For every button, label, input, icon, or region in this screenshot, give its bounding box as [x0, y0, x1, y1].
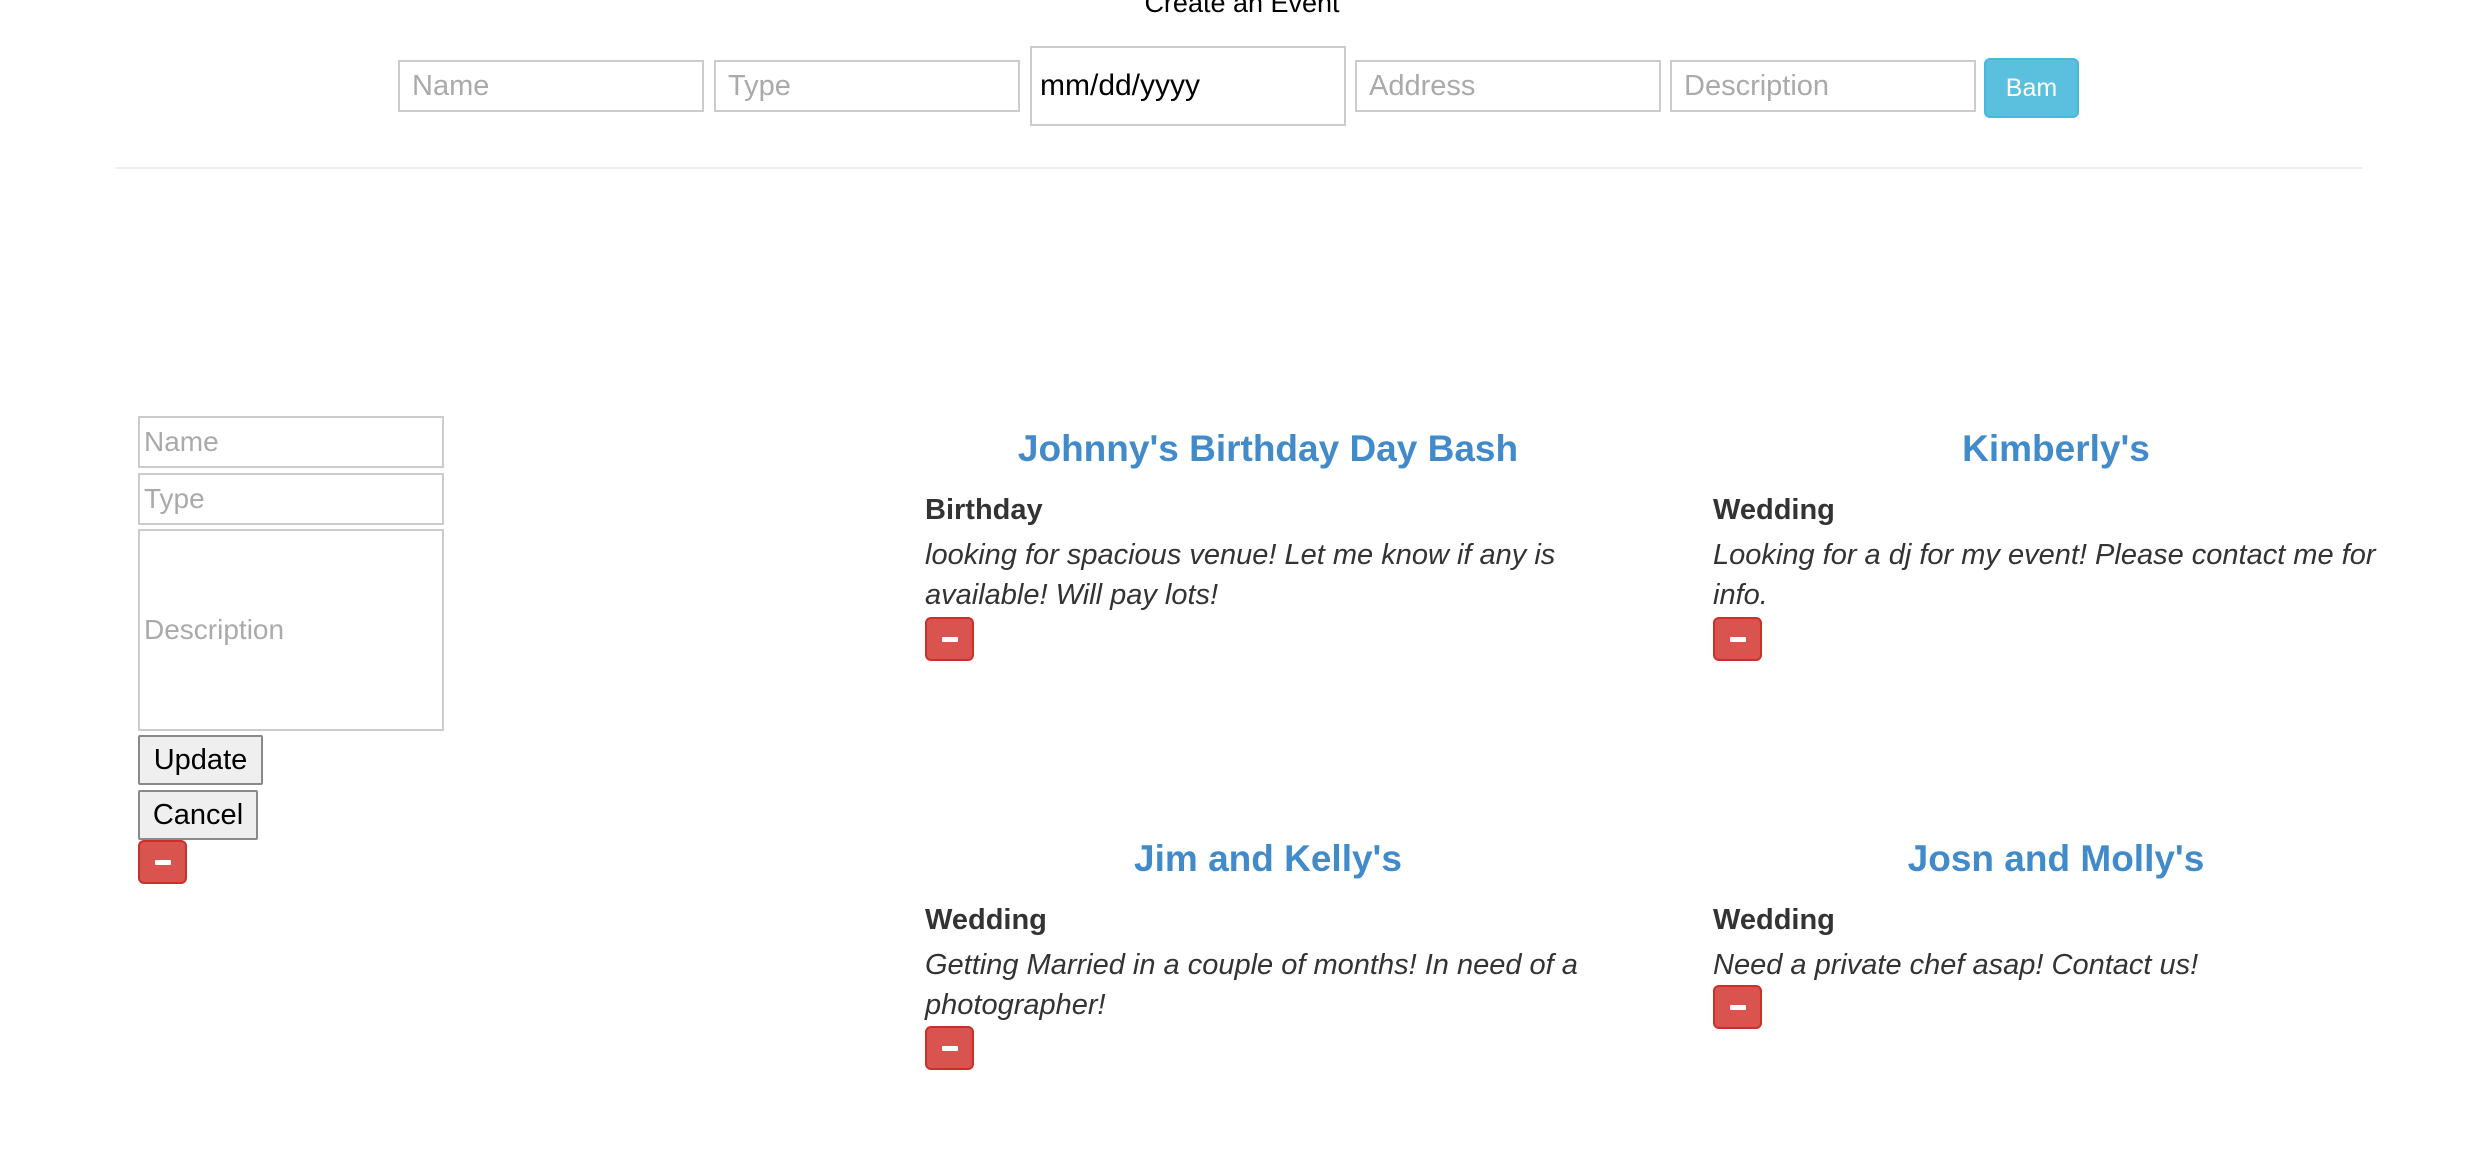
event-title: Jim and Kelly's — [1134, 838, 1402, 879]
minus-icon — [942, 1046, 958, 1051]
event-description-line: Need a private chef asap! Contact us! — [1713, 949, 2199, 981]
header-divider — [116, 167, 2362, 169]
delete-event-button[interactable] — [1713, 617, 1762, 661]
event-type: Wedding — [1713, 904, 1835, 936]
page-title: Create an Event — [1144, 0, 1340, 18]
delete-event-button[interactable] — [925, 617, 974, 661]
event-title: Josn and Molly's — [1907, 838, 2205, 879]
edit-description-textarea[interactable]: Description — [138, 529, 444, 731]
event-description-line: Getting Married in a couple of months! I… — [925, 949, 1578, 981]
edit-delete-button[interactable] — [138, 840, 187, 884]
event-description-input[interactable] — [1670, 60, 1976, 112]
event-date-input[interactable]: mm/dd/yyyy — [1030, 46, 1346, 126]
event-description-line: looking for spacious venue! Let me know … — [925, 539, 1556, 571]
edit-name-input[interactable] — [138, 416, 444, 468]
cancel-button[interactable]: Cancel — [138, 790, 258, 840]
event-address-input[interactable] — [1355, 60, 1661, 112]
event-type: Wedding — [925, 904, 1047, 936]
event-type-input[interactable] — [714, 60, 1020, 112]
event-description-line: available! Will pay lots! — [925, 579, 1219, 611]
delete-event-button[interactable] — [1713, 985, 1762, 1029]
event-title: Johnny's Birthday Day Bash — [1017, 428, 1519, 469]
minus-icon — [1730, 1005, 1746, 1010]
delete-event-button[interactable] — [925, 1026, 974, 1070]
create-event-button[interactable]: Bam — [1984, 58, 2079, 118]
minus-icon — [155, 860, 171, 865]
event-title: Kimberly's — [1962, 428, 2150, 469]
minus-icon — [942, 637, 958, 642]
edit-type-input[interactable] — [138, 473, 444, 525]
event-name-input[interactable] — [398, 60, 704, 112]
event-type: Birthday — [925, 494, 1043, 526]
minus-icon — [1730, 637, 1746, 642]
event-description-line: photographer! — [925, 989, 1106, 1021]
event-type: Wedding — [1713, 494, 1835, 526]
update-button[interactable]: Update — [138, 735, 263, 785]
event-description-line: Looking for a dj for my event! Please co… — [1713, 539, 2376, 571]
event-description-line: info. — [1713, 579, 1768, 611]
